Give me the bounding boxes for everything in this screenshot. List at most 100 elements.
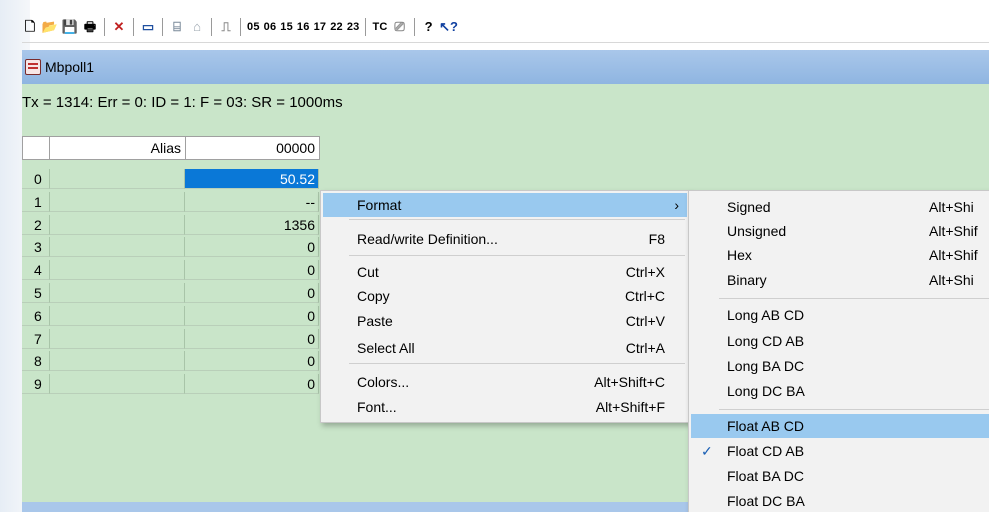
column-header-address[interactable]: 00000 <box>185 136 320 160</box>
format-item-float-cd-ab[interactable]: ✓ Float CD AB <box>691 439 989 463</box>
format-item-long-ab-cd[interactable]: Long AB CD <box>691 303 989 327</box>
register-value-cell[interactable]: 0 <box>185 329 319 349</box>
menu-item-select-all[interactable]: Select All Ctrl+A <box>323 336 687 360</box>
function-15-button[interactable]: 15 <box>280 21 293 33</box>
register-value-cell[interactable]: -- <box>185 192 319 212</box>
help-icon[interactable]: ? <box>421 19 437 35</box>
alias-cell[interactable] <box>50 374 185 394</box>
register-value-cell[interactable]: 0 <box>185 306 319 326</box>
menu-item-copy[interactable]: Copy Ctrl+C <box>323 284 687 308</box>
function-05-button[interactable]: 05 <box>247 21 260 33</box>
open-icon[interactable]: 📂 <box>42 19 58 35</box>
row-index-header[interactable]: 3 <box>22 237 50 257</box>
format-item-float-dc-ba[interactable]: Float DC BA <box>691 489 989 512</box>
column-header-alias[interactable]: Alias <box>49 136 186 160</box>
menu-item-shortcut: Ctrl+A <box>625 340 665 356</box>
menu-item-format[interactable]: Format › <box>323 193 687 217</box>
function-22-button[interactable]: 22 <box>330 21 343 33</box>
row-index-header[interactable]: 0 <box>22 169 50 189</box>
menu-item-label: Hex <box>727 247 752 263</box>
menu-separator <box>719 409 989 410</box>
delete-icon[interactable]: ✕ <box>111 19 127 35</box>
menu-item-cut[interactable]: Cut Ctrl+X <box>323 260 687 284</box>
menu-item-label: Float AB CD <box>727 418 805 434</box>
alias-cell[interactable] <box>50 215 185 235</box>
new-icon[interactable]: 🗋 <box>22 19 38 35</box>
row-index-header[interactable]: 1 <box>22 192 50 212</box>
register-value-cell[interactable]: 0 <box>185 351 319 371</box>
menu-item-font[interactable]: Font... Alt+Shift+F <box>323 395 687 419</box>
alias-cell[interactable] <box>50 306 185 326</box>
alias-cell[interactable] <box>50 237 185 257</box>
menu-item-colors[interactable]: Colors... Alt+Shift+C <box>323 370 687 394</box>
register-value-cell[interactable]: 0 <box>185 283 319 303</box>
register-value-cell[interactable]: 0 <box>185 260 319 280</box>
context-menu: Format › Read/write Definition... F8 Cut… <box>320 190 690 423</box>
menu-item-label: Long DC BA <box>727 383 805 399</box>
format-item-long-ba-dc[interactable]: Long BA DC <box>691 354 989 378</box>
format-item-hex[interactable]: Hex Alt+Shif <box>691 243 989 267</box>
function-06-button[interactable]: 06 <box>264 21 277 33</box>
row-index-header[interactable]: 4 <box>22 260 50 280</box>
toolbar-divider <box>22 42 989 43</box>
row-index-header[interactable]: 9 <box>22 374 50 394</box>
window-titlebar[interactable]: Mbpoll1 <box>22 50 989 84</box>
toolbar-separator <box>413 18 415 36</box>
format-item-long-dc-ba[interactable]: Long DC BA <box>691 379 989 403</box>
function-16-button[interactable]: 16 <box>297 21 310 33</box>
save-icon[interactable]: 💾 <box>62 19 78 35</box>
status-text: Tx = 1314: Err = 0: ID = 1: F = 03: SR =… <box>22 94 343 111</box>
register-value-cell[interactable]: 50.52 <box>185 169 319 189</box>
format-item-long-cd-ab[interactable]: Long CD AB <box>691 329 989 353</box>
toolbar-separator <box>162 18 163 36</box>
function-17-button[interactable]: 17 <box>314 21 327 33</box>
menu-item-label: Select All <box>357 340 415 356</box>
row-index-header[interactable]: 5 <box>22 283 50 303</box>
menu-item-shortcut: F8 <box>648 231 665 247</box>
window-title: Mbpoll1 <box>45 59 95 75</box>
format-item-binary[interactable]: Binary Alt+Shi <box>691 268 989 292</box>
alias-cell[interactable] <box>50 192 185 212</box>
toolbar-separator <box>240 18 241 36</box>
menu-item-label: Signed <box>727 199 771 215</box>
menu-separator <box>349 363 685 364</box>
register-value-cell[interactable]: 1356 <box>185 215 319 235</box>
alias-cell[interactable] <box>50 283 185 303</box>
alias-cell[interactable] <box>50 329 185 349</box>
row-index-header[interactable]: 6 <box>22 306 50 326</box>
traffic-button[interactable]: TC <box>372 21 387 33</box>
connect-icon[interactable]: ⌸ <box>169 19 185 35</box>
monitor-icon[interactable]: ⎚ <box>392 19 408 35</box>
toolbar-separator <box>365 18 367 36</box>
context-help-icon[interactable]: ↖? <box>439 19 458 35</box>
disconnect-icon[interactable]: ⌂ <box>189 19 205 35</box>
alias-cell[interactable] <box>50 169 185 189</box>
alias-cell[interactable] <box>50 260 185 280</box>
format-item-float-ab-cd[interactable]: Float AB CD <box>691 414 989 438</box>
register-value-cell[interactable]: 0 <box>185 374 319 394</box>
print-icon[interactable]: 🖶 <box>82 19 98 35</box>
function-23-button[interactable]: 23 <box>347 21 360 33</box>
check-icon: ✓ <box>701 442 713 459</box>
format-item-float-ba-dc[interactable]: Float BA DC <box>691 464 989 488</box>
menu-item-shortcut: Alt+Shif <box>929 223 978 239</box>
menu-item-label: Paste <box>357 313 393 329</box>
menu-item-shortcut: Alt+Shift+F <box>595 399 665 415</box>
alias-cell[interactable] <box>50 351 185 371</box>
pulse-icon[interactable]: ⎍ <box>218 19 234 35</box>
row-index-header[interactable]: 8 <box>22 351 50 371</box>
menu-item-label: Float BA DC <box>727 468 805 484</box>
window-icon[interactable]: ▭ <box>140 19 156 35</box>
menu-item-read-write-definition[interactable]: Read/write Definition... F8 <box>323 227 687 251</box>
row-index-header[interactable]: 2 <box>22 215 50 235</box>
menu-item-shortcut: Alt+Shi <box>929 272 974 288</box>
format-item-unsigned[interactable]: Unsigned Alt+Shif <box>691 219 989 243</box>
format-item-signed[interactable]: Signed Alt+Shi <box>691 195 989 219</box>
menu-item-label: Long AB CD <box>727 307 805 323</box>
register-value-cell[interactable]: 0 <box>185 237 319 257</box>
row-index-header[interactable]: 7 <box>22 329 50 349</box>
menu-item-label: Format <box>357 197 402 213</box>
menu-item-paste[interactable]: Paste Ctrl+V <box>323 309 687 333</box>
menu-item-shortcut: Alt+Shif <box>929 247 978 263</box>
row-header-corner <box>22 136 50 160</box>
